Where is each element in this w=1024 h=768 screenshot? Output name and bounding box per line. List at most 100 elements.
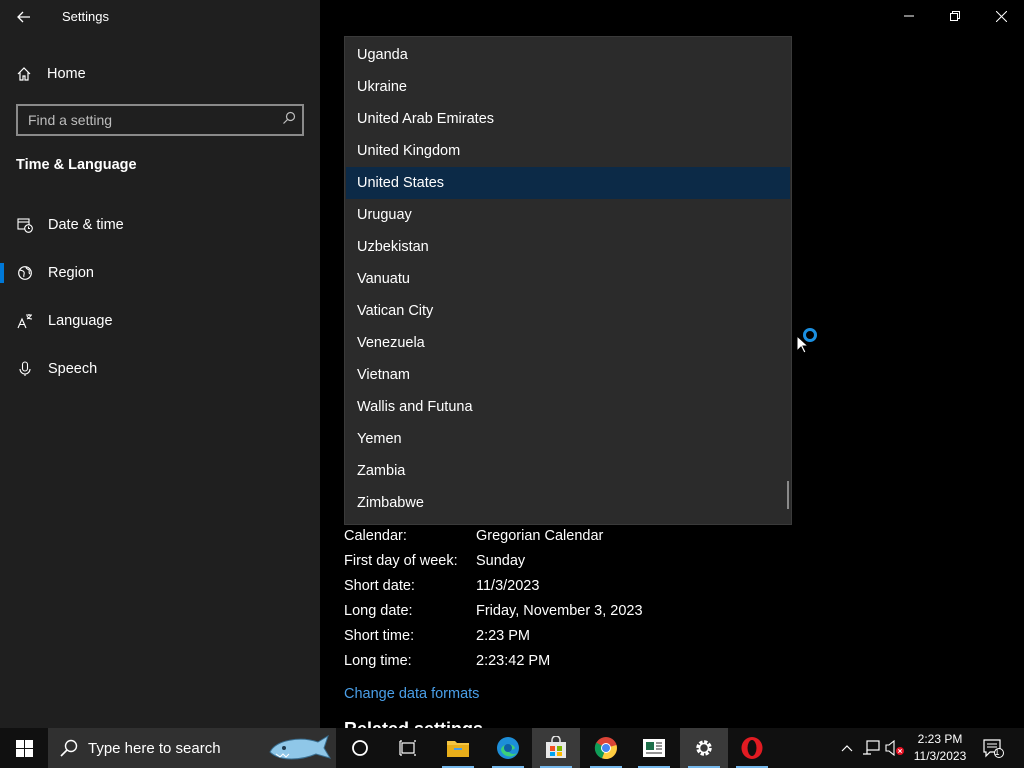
cortana-icon xyxy=(352,740,368,756)
detail-label: Long date: xyxy=(344,602,413,619)
home-label: Home xyxy=(47,66,86,82)
home-icon xyxy=(16,66,32,82)
country-option[interactable]: Vanuatu xyxy=(346,263,790,295)
clock-time: 2:23 PM xyxy=(917,732,963,746)
home-nav-item[interactable]: Home xyxy=(16,62,86,86)
country-option[interactable]: Wallis and Futuna xyxy=(346,391,790,423)
country-option[interactable]: Zimbabwe xyxy=(346,487,790,519)
settings-search-box[interactable] xyxy=(16,104,304,136)
taskbar-search-placeholder: Type here to search xyxy=(88,739,221,757)
volume-muted-icon xyxy=(885,740,904,756)
change-data-formats-link[interactable]: Change data formats xyxy=(344,686,479,702)
country-option[interactable]: Vatican City xyxy=(346,295,790,327)
country-option[interactable]: United Arab Emirates xyxy=(346,103,790,135)
settings-icon xyxy=(696,740,712,756)
globe-icon xyxy=(17,265,33,281)
language-icon xyxy=(17,313,33,329)
country-option[interactable]: Venezuela xyxy=(346,327,790,359)
country-option[interactable]: Vietnam xyxy=(346,359,790,391)
detail-row-long-date: Long date: Friday, November 3, 2023 xyxy=(344,598,643,623)
action-center-button[interactable]: 1 xyxy=(978,728,1008,768)
back-button[interactable] xyxy=(12,6,36,28)
settings-search-input[interactable] xyxy=(28,112,282,128)
taskbar: Type here to search 2:23 PM 11/3/2023 1 xyxy=(0,728,1024,768)
sidebar: Settings Home Time & Language Date & tim… xyxy=(0,0,320,728)
network-button[interactable] xyxy=(860,728,882,768)
detail-row-long-time: Long time: 2:23:42 PM xyxy=(344,648,643,673)
clock-calendar-icon xyxy=(17,217,33,233)
country-option[interactable]: Ukraine xyxy=(346,71,790,103)
detail-value: Sunday xyxy=(476,552,526,569)
chrome-icon xyxy=(594,737,617,760)
restore-button[interactable] xyxy=(932,0,978,32)
cortana-button[interactable] xyxy=(336,728,384,768)
start-button[interactable] xyxy=(0,728,48,768)
notification-count-badge: 1 xyxy=(994,747,1000,757)
selection-indicator xyxy=(0,263,4,283)
detail-label: Calendar: xyxy=(344,527,407,544)
detail-label: Long time: xyxy=(344,652,412,669)
chrome-button[interactable] xyxy=(582,728,630,768)
news-button[interactable] xyxy=(630,728,678,768)
edge-icon xyxy=(497,737,519,759)
country-option[interactable]: United Kingdom xyxy=(346,135,790,167)
sidebar-item-label: Speech xyxy=(48,361,98,377)
detail-row-short-date: Short date: 11/3/2023 xyxy=(344,573,643,598)
volume-button[interactable] xyxy=(884,728,906,768)
file-explorer-button[interactable] xyxy=(434,728,482,768)
edge-button[interactable] xyxy=(484,728,532,768)
settings-button[interactable] xyxy=(680,728,728,768)
mouse-cursor-icon xyxy=(796,335,808,354)
sidebar-item-label: Date & time xyxy=(48,217,124,233)
minimize-button[interactable] xyxy=(886,0,932,32)
microsoft-store-button[interactable] xyxy=(532,728,580,768)
taskbar-clock[interactable]: 2:23 PM 11/3/2023 xyxy=(905,731,975,765)
network-icon xyxy=(863,740,880,755)
show-hidden-icons-button[interactable] xyxy=(836,728,858,768)
back-arrow-icon xyxy=(17,11,30,23)
country-option[interactable]: Uganda xyxy=(346,39,790,71)
clock-date: 11/3/2023 xyxy=(913,749,967,763)
chevron-up-icon xyxy=(841,745,853,752)
minimize-icon xyxy=(904,15,914,17)
task-view-icon xyxy=(399,740,416,756)
app-title: Settings xyxy=(62,9,109,24)
detail-value: 11/3/2023 xyxy=(476,577,540,594)
opera-button[interactable] xyxy=(728,728,776,768)
search-icon[interactable] xyxy=(282,111,296,130)
country-option-selected[interactable]: United States xyxy=(346,167,790,199)
sidebar-item-language[interactable]: Language xyxy=(0,301,320,341)
microphone-icon xyxy=(17,361,33,377)
sidebar-item-region[interactable]: Region xyxy=(0,253,320,293)
detail-row-first-day: First day of week: Sunday xyxy=(344,548,643,573)
close-icon xyxy=(995,10,1007,22)
task-view-button[interactable] xyxy=(384,728,432,768)
country-dropdown-list[interactable]: Uganda Ukraine United Arab Emirates Unit… xyxy=(344,36,792,525)
detail-row-short-time: Short time: 2:23 PM xyxy=(344,623,643,648)
detail-value: Gregorian Calendar xyxy=(476,527,604,544)
country-option[interactable]: Uruguay xyxy=(346,199,790,231)
close-button[interactable] xyxy=(978,0,1024,32)
section-title: Time & Language xyxy=(16,157,137,173)
opera-icon xyxy=(741,737,763,759)
detail-label: Short time: xyxy=(344,627,415,644)
country-option[interactable]: Zambia xyxy=(346,455,790,487)
microsoft-store-icon xyxy=(546,736,566,758)
file-explorer-icon xyxy=(447,741,469,757)
sidebar-item-label: Region xyxy=(48,265,94,281)
sidebar-item-label: Language xyxy=(48,313,113,329)
sidebar-item-speech[interactable]: Speech xyxy=(0,349,320,389)
restore-icon xyxy=(950,11,960,21)
related-settings-title: Related settings xyxy=(344,719,483,728)
dropdown-scrollbar[interactable] xyxy=(787,481,789,509)
detail-value: 2:23:42 PM xyxy=(476,652,551,669)
regional-format-details: Calendar: Gregorian Calendar First day o… xyxy=(344,524,643,673)
detail-value: Friday, November 3, 2023 xyxy=(476,602,643,619)
taskbar-search-box[interactable]: Type here to search xyxy=(48,728,336,768)
country-option[interactable]: Yemen xyxy=(346,423,790,455)
search-highlight-illustration-icon xyxy=(269,734,332,760)
sidebar-item-date-time[interactable]: Date & time xyxy=(0,205,320,245)
detail-row-calendar: Calendar: Gregorian Calendar xyxy=(344,523,643,548)
windows-logo-icon xyxy=(15,739,33,757)
country-option[interactable]: Uzbekistan xyxy=(346,231,790,263)
